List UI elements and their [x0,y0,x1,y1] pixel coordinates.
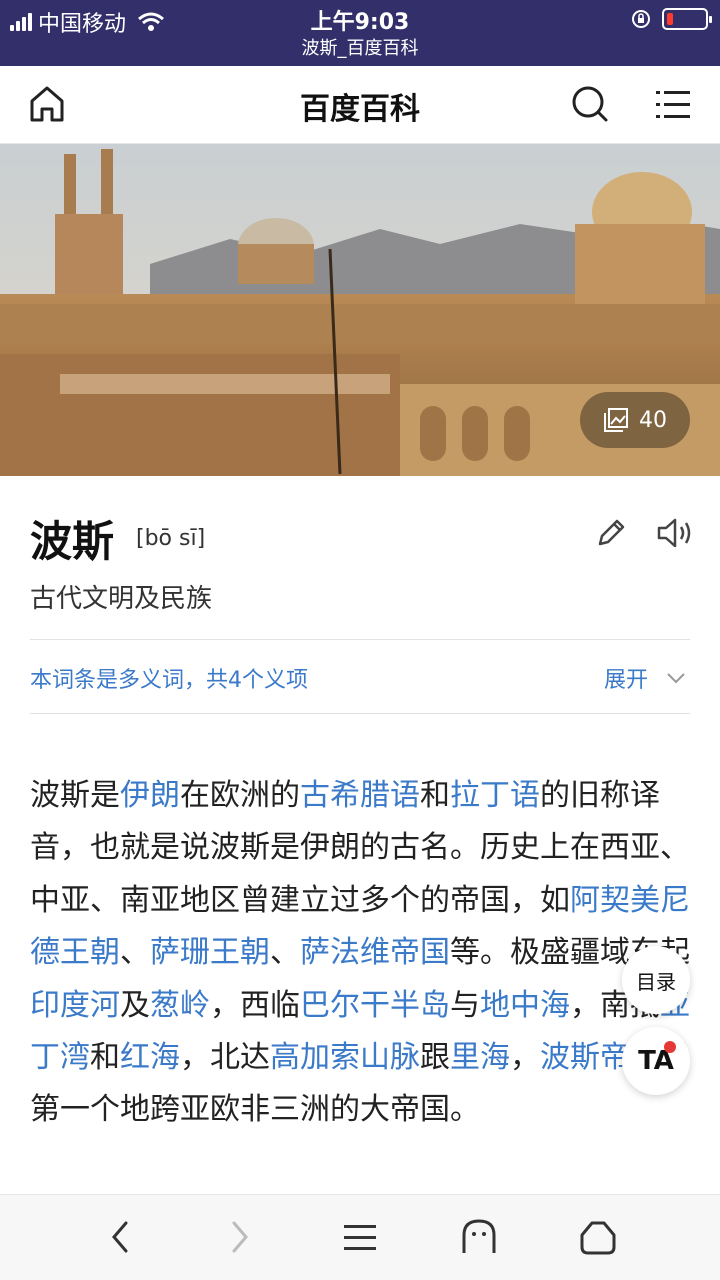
toc-button[interactable]: 目录 [622,946,690,1014]
photo-count-button[interactable]: 40 [580,392,690,448]
home-tab-icon[interactable] [578,1215,618,1259]
gallery-icon [604,408,628,432]
entry-subtitle: 古代文明及民族 [30,584,213,614]
paragraph-text: 与 [450,987,480,1023]
battery-icon [662,8,712,30]
paragraph-text: 跟 [420,1040,450,1076]
status-right [630,8,712,30]
expand-button[interactable]: 展开 [604,662,686,694]
page-url-label: 波斯_百度百科 [301,38,419,59]
paragraph-link[interactable]: 伊朗 [120,778,180,813]
toc-label: 目录 [636,969,676,994]
paragraph-link[interactable]: 巴尔干半岛 [300,988,450,1023]
paragraph-link[interactable]: 萨法维帝国 [300,935,450,970]
browser-toolbar [0,1194,720,1280]
paragraph-text: 在欧洲的 [180,778,300,813]
polysemy-notice[interactable]: 本词条是多义词，共4个义项 [30,662,308,694]
expand-label: 展开 [604,668,649,693]
entry-pinyin: [bō sī] [136,526,206,551]
paragraph-link[interactable]: 萨珊王朝 [150,935,270,970]
app-header: 百度百科 [0,66,720,144]
paragraph-link[interactable]: 拉丁语 [450,778,540,813]
back-icon[interactable] [106,1215,136,1259]
entry-title: 波斯 [30,517,115,566]
browser-menu-icon[interactable] [342,1215,378,1259]
forward-icon[interactable] [224,1215,254,1259]
paragraph-text: 和 [420,778,450,813]
paragraph-text: ，西临 [210,987,300,1023]
chevron-down-icon [667,673,685,684]
paragraph-link[interactable]: 印度河 [30,988,120,1023]
paragraph-link[interactable]: 葱岭 [150,988,210,1023]
edit-icon[interactable] [594,516,628,550]
mascot-icon[interactable] [460,1215,498,1259]
paragraph-link[interactable]: 地中海 [480,988,570,1023]
summary-paragraph: 波斯是伊朗在欧洲的古希腊语和拉丁语的旧称译音，也就是说波斯是伊朗的古名。历史上在… [30,770,692,1137]
paragraph-text: 和 [90,1040,120,1076]
notification-dot [664,1041,676,1053]
speaker-icon[interactable] [656,516,694,550]
divider [30,639,690,640]
paragraph-text: 、 [270,935,300,971]
ta-button[interactable]: TA [622,1027,690,1095]
site-title: 百度百科 [300,92,420,127]
paragraph-link[interactable]: 红海 [120,1040,180,1075]
paragraph-link[interactable]: 高加索山脉 [270,1040,420,1075]
search-icon[interactable] [570,84,610,124]
divider [30,713,690,714]
paragraph-text: 波斯是 [30,778,120,813]
photo-count-label: 40 [639,407,667,433]
hero-image[interactable]: 40 [0,144,720,476]
paragraph-text: 、 [120,935,150,971]
rotation-lock-icon [632,10,650,28]
paragraph-text: 及 [120,987,150,1023]
paragraph-text: ， [510,1040,540,1076]
status-bar: 中国移动 上午9:03 波斯_百度百科 [0,0,720,66]
status-time: 上午9:03 [310,10,410,35]
paragraph-link[interactable]: 古希腊语 [300,778,420,813]
paragraph-link[interactable]: 里海 [450,1040,510,1075]
menu-icon[interactable] [654,84,692,124]
paragraph-text: ，北达 [180,1040,270,1076]
